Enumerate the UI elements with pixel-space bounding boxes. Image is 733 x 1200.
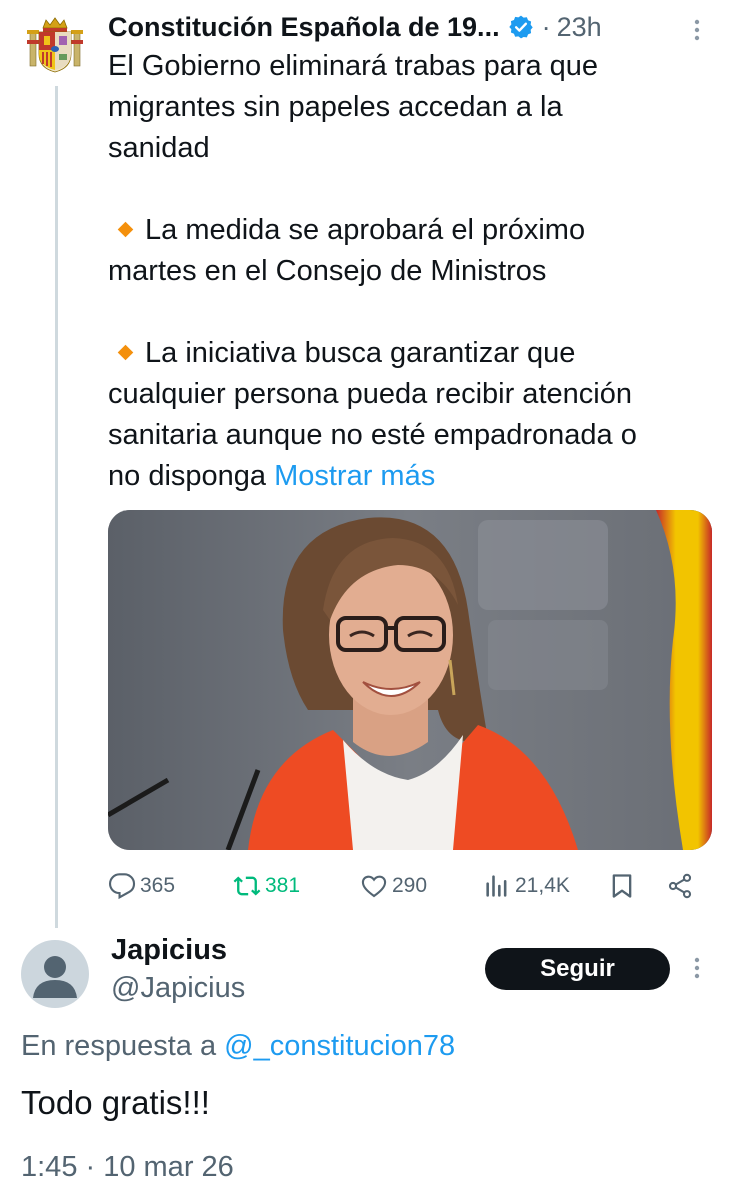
orange-diamond-icon <box>117 344 134 361</box>
orange-diamond-icon <box>117 221 134 238</box>
more-options-icon[interactable] <box>690 18 704 42</box>
post-timestamp[interactable]: 23h <box>557 12 602 43</box>
thread-connector-line <box>55 86 58 928</box>
views-count: 21,4K <box>515 874 570 897</box>
reply-avatar[interactable] <box>21 940 89 1008</box>
post-text-line: La medida se aprobará el próximo <box>145 214 586 246</box>
retweet-icon <box>233 876 261 896</box>
post-actions-bar: 365 381 290 21,4K <box>108 868 712 904</box>
retweet-action[interactable]: 381 <box>233 868 300 904</box>
heart-icon <box>361 875 387 898</box>
post-image[interactable] <box>108 510 712 850</box>
coat-of-arms-avatar[interactable] <box>24 14 86 76</box>
share-icon <box>668 873 692 899</box>
share-action[interactable] <box>666 868 698 904</box>
photo-illustration <box>108 510 712 850</box>
bookmark-action[interactable] <box>608 868 640 904</box>
post-text-line: migrantes sin papeles accedan a la <box>108 91 563 123</box>
more-options-icon[interactable] <box>690 956 704 980</box>
reply-action[interactable]: 365 <box>108 868 175 904</box>
post-text-line: La iniciativa busca garantizar que <box>145 337 576 369</box>
views-action[interactable]: 21,4K <box>483 868 570 904</box>
default-avatar-icon <box>33 956 77 998</box>
views-chart-icon <box>486 875 507 897</box>
verified-badge-icon <box>508 15 533 39</box>
bullet-paragraph-1: La medida se aprobará el próximo <box>108 210 713 251</box>
author-name[interactable]: Constitución Española de 19... <box>108 12 500 43</box>
post-text-line: cualquier persona pueda recibir atención <box>108 378 632 410</box>
replying-to-label: En respuesta a <box>21 1030 225 1062</box>
replying-to-line: En respuesta a @_constitucion78 <box>21 1030 455 1063</box>
post-text-last-line: no disponga Mostrar más <box>108 456 713 497</box>
post-text-line: El Gobierno eliminará trabas para que <box>108 50 599 82</box>
post-text-line: martes en el Consejo de Ministros <box>108 255 547 287</box>
reply-icon <box>108 873 136 900</box>
bullet-paragraph-2: La iniciativa busca garantizar que <box>108 333 713 374</box>
post-body: El Gobierno eliminará trabas para que mi… <box>108 46 713 497</box>
meta-separator: · <box>541 11 551 42</box>
show-more-link[interactable]: Mostrar más <box>274 460 435 492</box>
retweet-count: 381 <box>265 874 301 897</box>
bookmark-icon <box>612 874 632 898</box>
post-text-line: no disponga <box>108 460 275 492</box>
follow-button[interactable]: Seguir <box>485 948 670 990</box>
like-action[interactable]: 290 <box>360 868 427 904</box>
reply-author-handle[interactable]: @Japicius <box>111 972 245 1005</box>
post-text-line: sanitaria aunque no esté empadronada o <box>108 419 637 451</box>
post-text-line: sanidad <box>108 132 210 164</box>
post-header: Constitución Española de 19... · 23h <box>108 10 708 44</box>
reply-author-name[interactable]: Japicius <box>111 934 227 967</box>
reply-text: Todo gratis!!! <box>21 1084 210 1121</box>
like-count: 290 <box>392 874 428 897</box>
replying-to-mention[interactable]: @_constitucion78 <box>224 1030 455 1062</box>
reply-timestamp[interactable]: 1:45 · 10 mar 26 <box>21 1151 234 1184</box>
reply-count: 365 <box>140 874 176 897</box>
